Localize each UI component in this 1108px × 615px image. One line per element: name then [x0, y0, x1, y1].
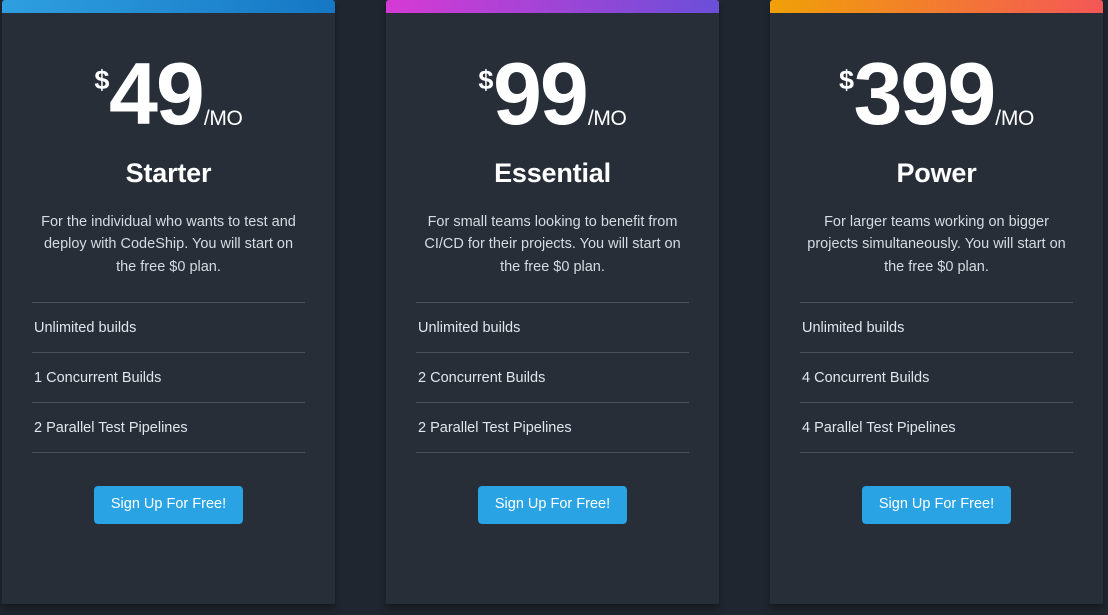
feature-item: 4 Parallel Test Pipelines [800, 402, 1073, 454]
cta-container: Sign Up For Free! [800, 485, 1073, 604]
feature-list: Unlimited builds 4 Concurrent Builds 4 P… [800, 302, 1073, 454]
price-amount: 399 [853, 44, 996, 143]
plan-description: For small teams looking to benefit from … [424, 213, 681, 275]
feature-item: 2 Parallel Test Pipelines [32, 402, 305, 454]
feature-item: 1 Concurrent Builds [32, 352, 305, 402]
card-accent-bar [2, 0, 335, 13]
plan-description: For larger teams working on bigger proje… [807, 213, 1066, 275]
price-amount: 99 [492, 44, 589, 143]
price-amount: 49 [108, 44, 205, 143]
pricing-page: $ 49 /MO Starter For the individual who … [0, 0, 1108, 615]
feature-item: 2 Parallel Test Pipelines [416, 402, 689, 454]
price-period: /MO [995, 106, 1035, 130]
feature-list: Unlimited builds 1 Concurrent Builds 2 P… [32, 302, 305, 454]
feature-item: Unlimited builds [416, 302, 689, 352]
currency-symbol: $ [94, 65, 109, 95]
pricing-card: $ 49 /MO Starter For the individual who … [2, 0, 335, 604]
plan-title: Power [896, 157, 977, 188]
plan-title: Essential [494, 157, 611, 188]
card-accent-bar [386, 0, 719, 13]
card-accent-bar [770, 0, 1103, 13]
plan-title: Starter [125, 157, 212, 188]
card-body: $ 49 /MO Starter For the individual who … [2, 13, 335, 604]
feature-list: Unlimited builds 2 Concurrent Builds 2 P… [416, 302, 689, 454]
sign-up-button[interactable]: Sign Up For Free! [93, 485, 244, 524]
currency-symbol: $ [478, 65, 493, 95]
sign-up-button[interactable]: Sign Up For Free! [477, 485, 628, 524]
feature-item: 4 Concurrent Builds [800, 352, 1073, 402]
price-period: /MO [203, 106, 243, 130]
price: $ 49 /MO [94, 44, 243, 143]
cta-container: Sign Up For Free! [416, 485, 689, 604]
price-period: /MO [587, 106, 627, 130]
feature-item: 2 Concurrent Builds [416, 352, 689, 402]
plan-description: For the individual who wants to test and… [41, 213, 296, 275]
pricing-card-list: $ 49 /MO Starter For the individual who … [0, 0, 1108, 615]
card-body: $ 399 /MO Power For larger teams working… [770, 13, 1103, 604]
pricing-card: $ 399 /MO Power For larger teams working… [770, 0, 1103, 604]
feature-item: Unlimited builds [32, 302, 305, 352]
sign-up-button[interactable]: Sign Up For Free! [861, 485, 1012, 524]
feature-item: Unlimited builds [800, 302, 1073, 352]
currency-symbol: $ [838, 65, 854, 95]
price: $ 399 /MO [838, 44, 1035, 143]
price: $ 99 /MO [478, 44, 627, 143]
card-body: $ 99 /MO Essential For small teams looki… [386, 13, 719, 604]
cta-container: Sign Up For Free! [32, 485, 305, 604]
pricing-card: $ 99 /MO Essential For small teams looki… [386, 0, 719, 604]
